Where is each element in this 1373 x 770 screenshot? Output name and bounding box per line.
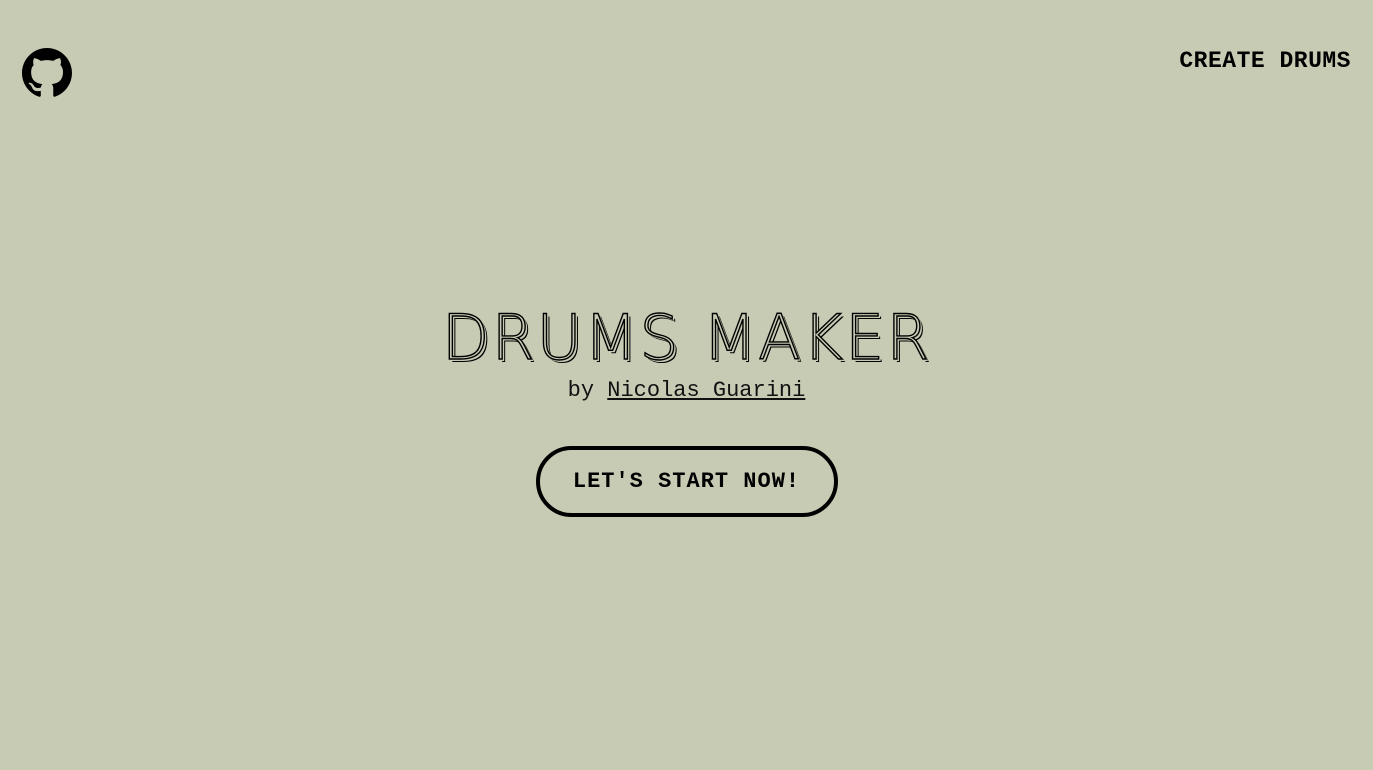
- byline: by Nicolas Guarini: [0, 378, 1373, 404]
- start-now-button[interactable]: LET'S START NOW!: [535, 446, 838, 517]
- create-drums-link[interactable]: CREATE DRUMS: [1179, 48, 1351, 74]
- byline-prefix: by: [567, 378, 595, 403]
- page-title: DRUMS MAKER: [441, 301, 932, 374]
- github-link[interactable]: [22, 48, 72, 98]
- page: CREATE DRUMS DRUMS MAKER by Nicolas Guar…: [0, 0, 1373, 770]
- author-link[interactable]: Nicolas Guarini: [607, 378, 805, 403]
- hero: DRUMS MAKER by Nicolas Guarini LET'S STA…: [0, 301, 1373, 517]
- github-icon: [22, 48, 72, 97]
